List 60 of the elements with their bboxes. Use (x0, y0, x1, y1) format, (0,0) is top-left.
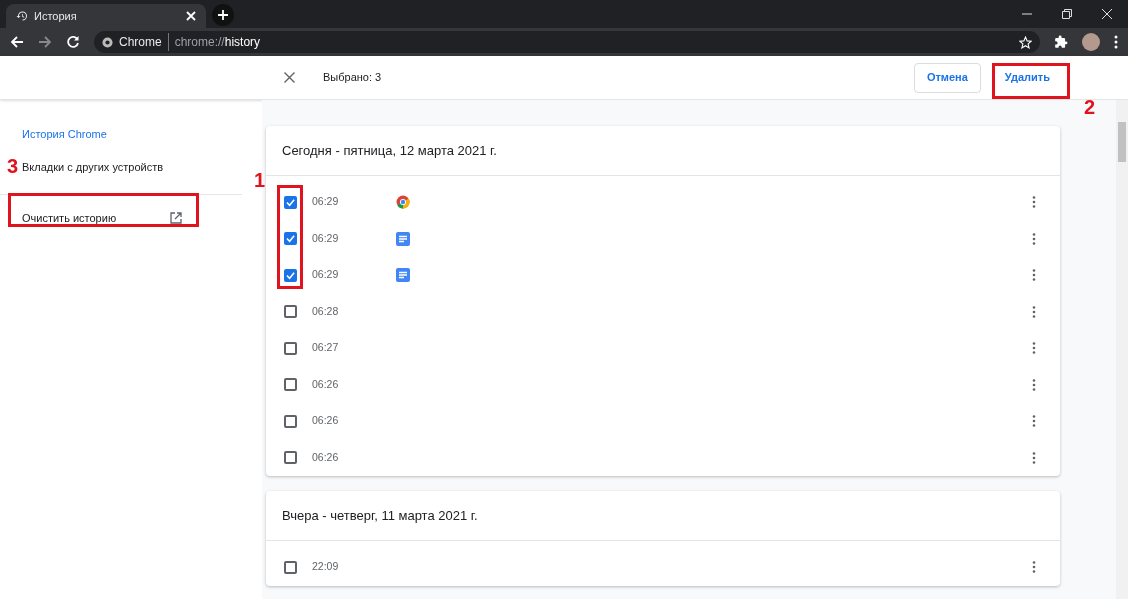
chrome-logo-icon (396, 195, 410, 210)
step-number: 1 (254, 170, 266, 190)
checkbox[interactable] (284, 268, 297, 282)
visit-time: 06:27 (312, 340, 340, 356)
clear-history-link[interactable]: Очистить историю (0, 195, 262, 241)
address-bar[interactable]: Chrome chrome://history (94, 31, 1040, 53)
more-icon[interactable] (1032, 305, 1036, 318)
more-icon[interactable] (1032, 415, 1036, 428)
visit-time: 06:26 (312, 449, 340, 465)
new-tab-button[interactable] (212, 4, 234, 26)
step-number: 2 (1084, 97, 1096, 117)
document-icon (396, 268, 410, 283)
restore-icon[interactable] (1062, 9, 1072, 19)
tab-title: История (34, 8, 78, 24)
visit-time: 06:26 (312, 376, 340, 392)
more-icon[interactable] (1032, 342, 1036, 355)
more-icon[interactable] (1032, 269, 1036, 282)
more-icon[interactable] (1032, 196, 1036, 209)
visit-time: 06:29 (312, 267, 340, 283)
more-icon[interactable] (1032, 232, 1036, 245)
scrollbar[interactable] (1116, 100, 1128, 599)
url-text: chrome://history (174, 34, 261, 51)
browser-tab[interactable]: История (6, 4, 206, 28)
avatar[interactable] (1082, 33, 1100, 51)
checkbox[interactable] (284, 232, 297, 246)
checkbox[interactable] (284, 341, 297, 355)
date-heading: Вчера - четверг, 11 марта 2021 г. (282, 506, 478, 525)
back-arrow-icon[interactable] (10, 35, 24, 49)
visit-time: 06:29 (312, 230, 340, 246)
close-icon[interactable] (284, 72, 295, 83)
more-icon[interactable] (1032, 451, 1036, 464)
star-icon[interactable] (1019, 35, 1032, 49)
checkbox[interactable] (284, 451, 297, 465)
reload-icon[interactable] (66, 35, 80, 49)
more-icon[interactable] (1032, 378, 1036, 391)
step-number: 3 (7, 156, 19, 176)
site-label: Chrome (119, 33, 169, 51)
visit-time: 06:26 (312, 413, 340, 429)
more-icon[interactable] (1032, 561, 1036, 574)
document-icon (396, 231, 410, 246)
plus-icon (217, 9, 229, 21)
checkbox[interactable] (284, 414, 297, 428)
forward-arrow-icon[interactable] (38, 35, 52, 49)
sidebar-item[interactable]: Вкладки с других устройств (22, 151, 164, 184)
checkbox[interactable] (284, 560, 297, 574)
cancel-button[interactable]: Отмена (913, 62, 981, 93)
checkbox[interactable] (284, 195, 297, 209)
sidebar-item[interactable]: История Chrome (22, 118, 107, 151)
puzzle-icon[interactable] (1054, 35, 1068, 49)
date-heading: Сегодня - пятница, 12 марта 2021 г. (282, 141, 497, 160)
selection-count: Выбрано: 3 (323, 70, 382, 86)
checkbox[interactable] (284, 305, 297, 319)
external-link-icon (170, 212, 182, 224)
menu-icon[interactable] (1114, 35, 1118, 49)
visit-time: 22:09 (312, 559, 340, 575)
history-icon (16, 10, 28, 22)
chrome-logo-icon (102, 36, 113, 48)
visit-time: 06:29 (312, 194, 340, 210)
visit-time: 06:28 (312, 303, 340, 319)
checkbox[interactable] (284, 378, 297, 392)
